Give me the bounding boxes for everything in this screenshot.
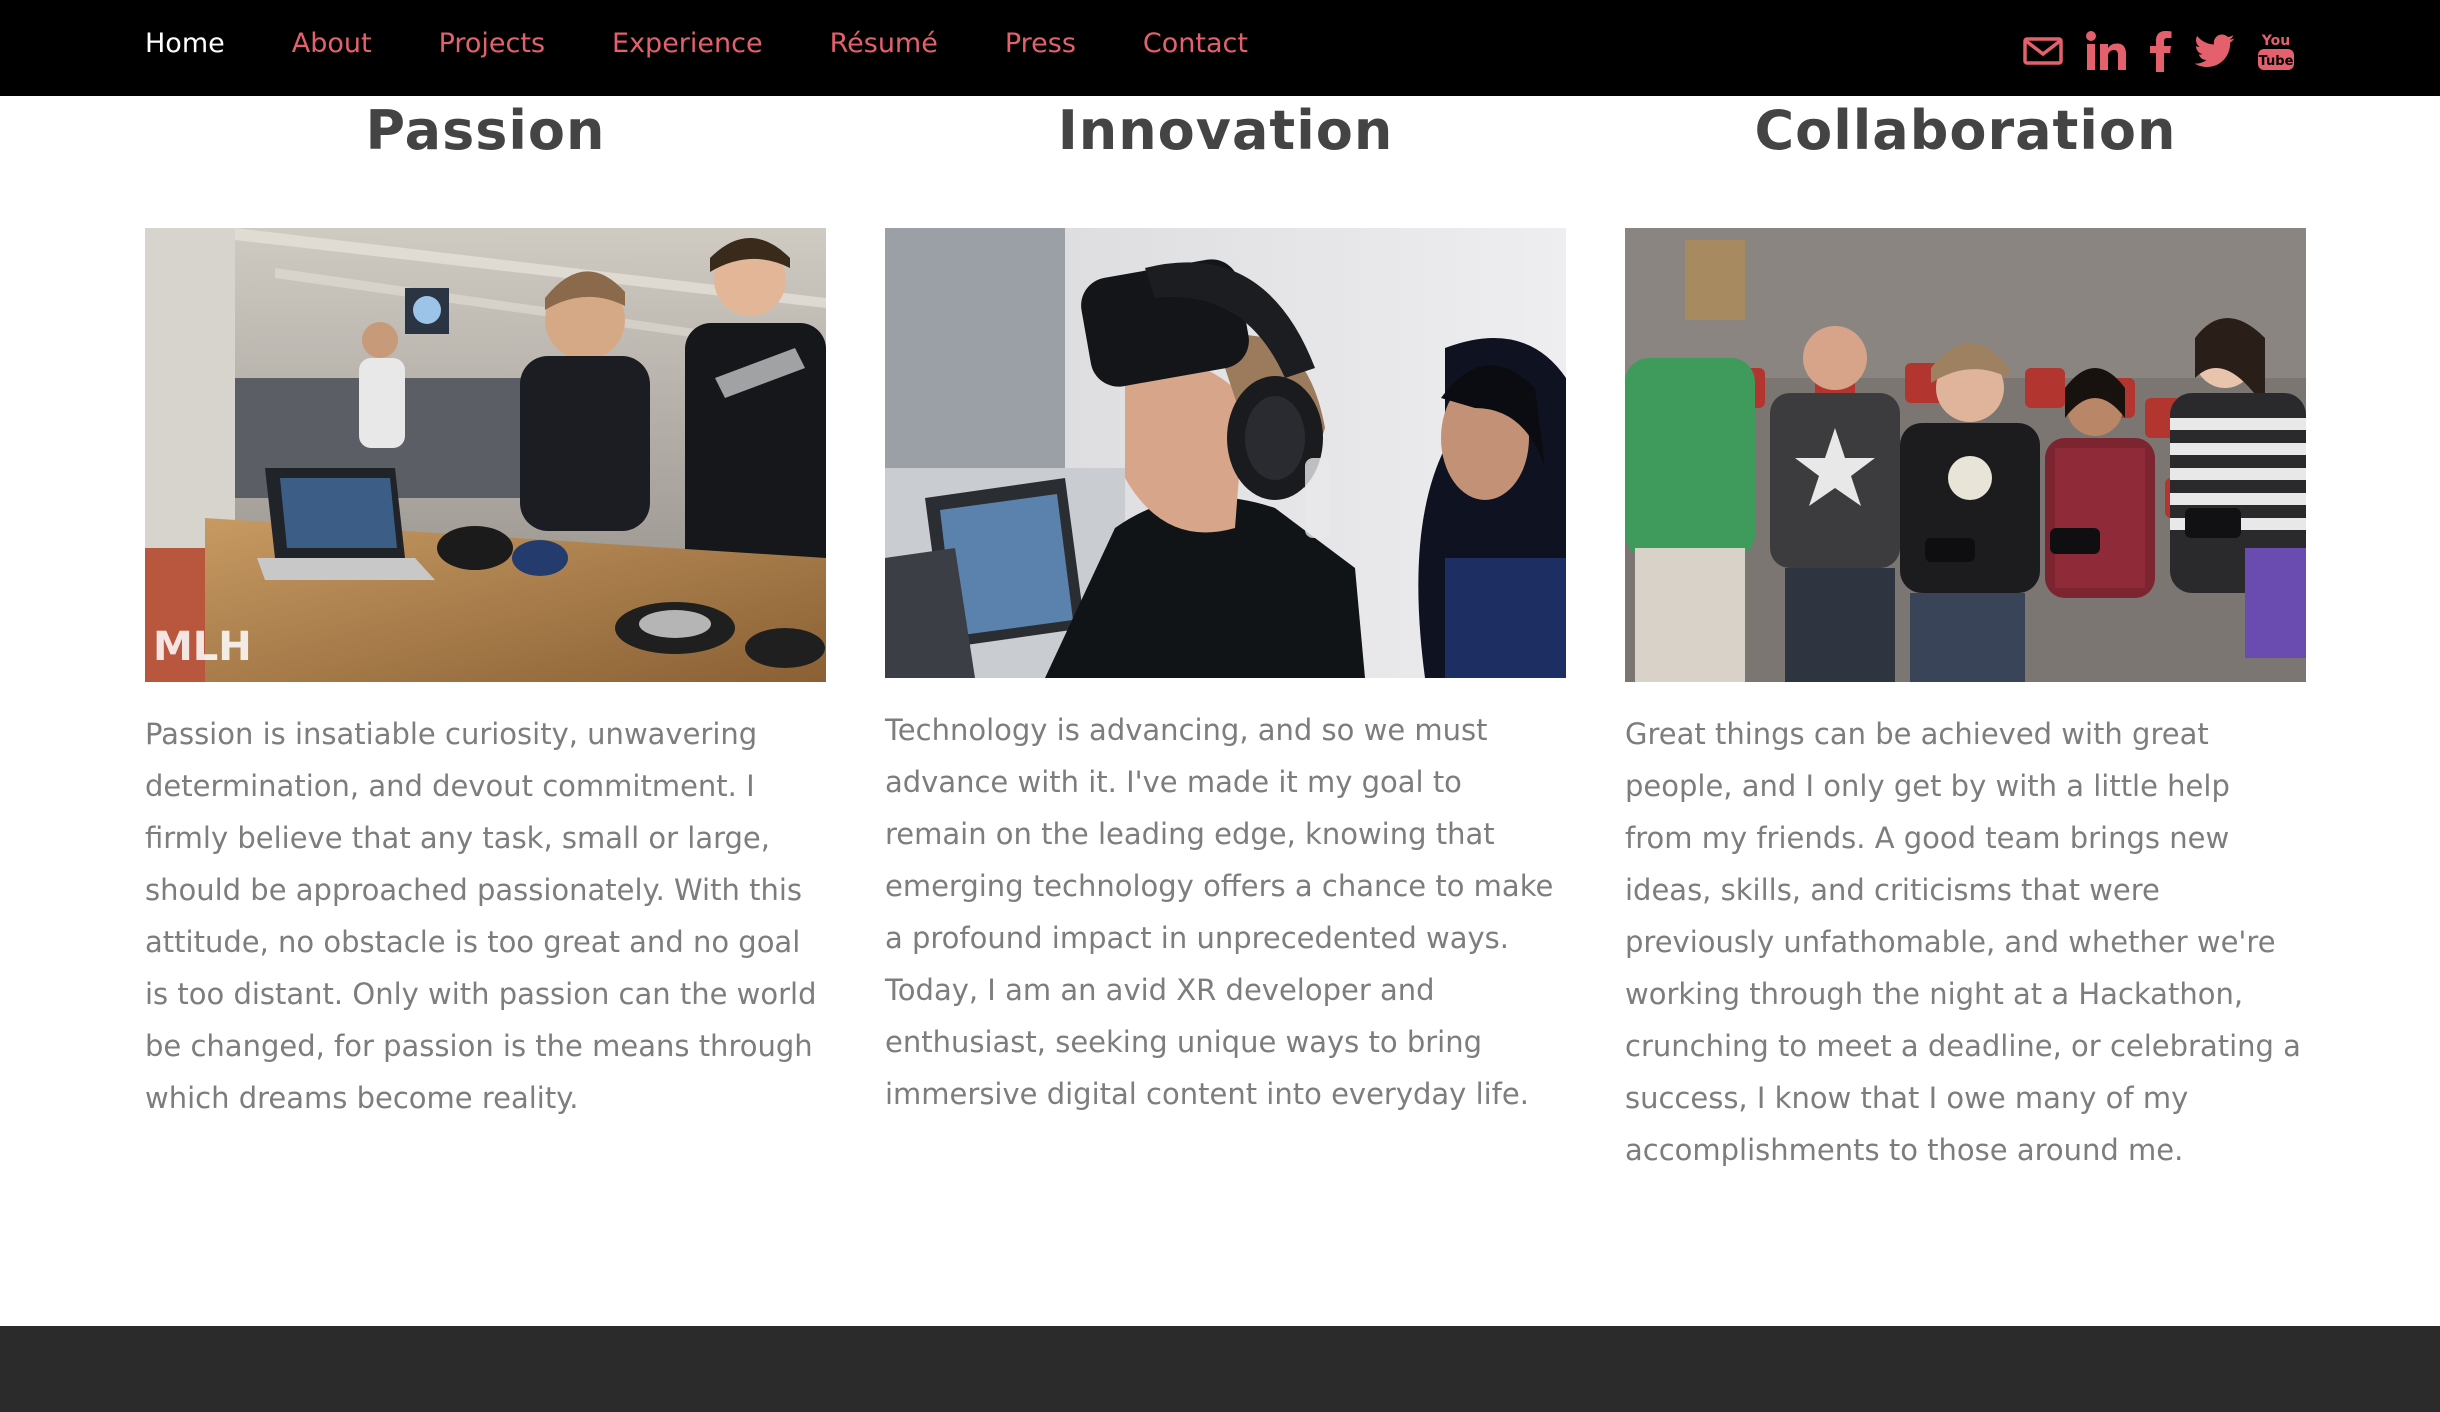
nav-home-link[interactable]: Home	[145, 28, 225, 59]
mlh-watermark: MLH	[153, 624, 252, 670]
collaboration-text: Great things can be achieved with great …	[1625, 717, 2301, 1167]
facebook-icon[interactable]	[2149, 30, 2173, 72]
collaboration-heading: Collaboration	[1754, 99, 2177, 162]
passion-text: Passion is insatiable curiosity, unwaver…	[145, 717, 817, 1115]
innovation-column: Innovation Technology is advancing, and …	[885, 96, 1566, 1111]
youtube-icon-text-top: You	[2261, 33, 2290, 49]
passion-column: Passion MLH Passion is insatiable curios…	[145, 96, 826, 1115]
main-nav: Home About Projects Experience Résumé Pr…	[145, 0, 1315, 86]
youtube-icon-text-bottom: Tube	[2259, 54, 2294, 69]
passion-heading: Passion	[365, 99, 606, 162]
twitter-icon[interactable]	[2195, 34, 2235, 68]
innovation-photo	[885, 228, 1566, 678]
innovation-heading: Innovation	[1057, 99, 1394, 162]
mail-icon[interactable]	[2023, 36, 2063, 66]
nav-contact-link[interactable]: Contact	[1143, 28, 1248, 59]
nav-experience-link[interactable]: Experience	[612, 28, 763, 59]
top-navigation-bar: Home About Projects Experience Résumé Pr…	[0, 0, 2440, 96]
innovation-text: Technology is advancing, and so we must …	[885, 713, 1554, 1111]
passion-photo: MLH	[145, 228, 826, 682]
nav-projects-link[interactable]: Projects	[439, 28, 545, 59]
youtube-icon[interactable]: You Tube	[2257, 31, 2295, 71]
social-links: You Tube	[2023, 30, 2295, 72]
linkedin-icon[interactable]	[2085, 30, 2127, 72]
nav-about-link[interactable]: About	[292, 28, 372, 59]
footer-band	[0, 1326, 2440, 1412]
nav-resume-link[interactable]: Résumé	[830, 28, 938, 59]
collaboration-column: Collaboration Great things can be achiev…	[1625, 96, 2306, 1167]
nav-press-link[interactable]: Press	[1005, 28, 1076, 59]
collaboration-photo	[1625, 228, 2306, 682]
